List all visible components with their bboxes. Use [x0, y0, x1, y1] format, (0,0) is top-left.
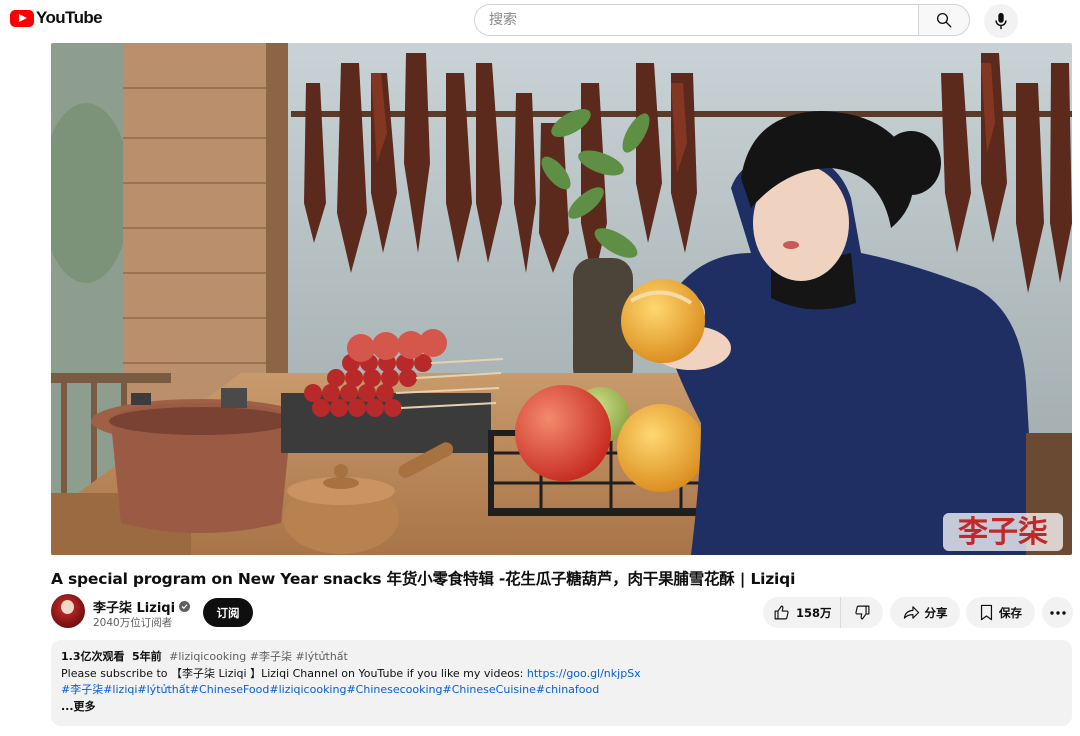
save-icon	[980, 604, 993, 621]
youtube-logo-icon	[10, 9, 34, 27]
view-count: 1.3亿次观看	[61, 650, 125, 663]
save-label: 保存	[999, 605, 1022, 620]
inline-hashtags[interactable]: #liziqicooking #李子柒 #lýtửthất	[169, 650, 348, 663]
subscriber-count: 2040万位订阅者	[93, 617, 173, 629]
more-icon	[1049, 610, 1066, 615]
mic-icon	[995, 12, 1007, 30]
channel-avatar[interactable]	[51, 594, 85, 628]
subscribe-button[interactable]: 订阅	[203, 598, 253, 627]
logo-text: YouTube	[36, 8, 103, 27]
search-button[interactable]	[918, 4, 970, 36]
hashtag-links[interactable]: #李子柒#liziqi#lýtửthất#ChineseFood#liziqic…	[61, 683, 599, 696]
description-box[interactable]: 1.3亿次观看 5年前 #liziqicooking #李子柒 #lýtửthấ…	[51, 640, 1072, 726]
search-box	[474, 4, 970, 36]
dislike-icon	[854, 605, 869, 620]
like-icon	[774, 605, 789, 620]
channel-name[interactable]: 李子柒 Liziqi	[93, 597, 191, 616]
share-label: 分享	[924, 605, 948, 620]
more-actions-button[interactable]	[1042, 597, 1073, 628]
verified-icon	[179, 601, 191, 612]
description-hashtags: #李子柒#liziqi#lýtửthất#ChineseFood#liziqic…	[61, 682, 1062, 699]
upload-age: 5年前	[132, 650, 162, 663]
show-more-button[interactable]: ...更多	[61, 700, 96, 713]
description-text: Please subscribe to 【李子柒 Liziqi 】Liziqi …	[61, 666, 527, 680]
search-icon	[936, 12, 952, 28]
dislike-button[interactable]	[841, 597, 883, 628]
channel-name-text: 李子柒 Liziqi	[93, 601, 176, 616]
search-input[interactable]	[474, 4, 918, 36]
voice-search-button[interactable]	[984, 4, 1018, 38]
youtube-logo[interactable]: YouTube	[10, 8, 103, 28]
description-line: Please subscribe to 【李子柒 Liziqi 】Liziqi …	[61, 666, 1062, 683]
like-count: 158万	[796, 605, 832, 620]
save-button[interactable]: 保存	[966, 597, 1035, 628]
show-more-row: ...更多	[61, 699, 1062, 716]
like-dislike-group: 158万	[763, 597, 883, 628]
share-button[interactable]: 分享	[890, 597, 960, 628]
share-icon	[903, 606, 919, 619]
video-title: A special program on New Year snacks 年货小…	[51, 570, 796, 588]
subscribe-link[interactable]: https://goo.gl/nkjpSx	[527, 667, 641, 680]
video-player[interactable]: 李子柒	[51, 43, 1072, 555]
channel-watermark: 李子柒	[958, 515, 1048, 550]
masthead: YouTube	[0, 0, 1080, 40]
like-button[interactable]: 158万	[763, 597, 841, 628]
description-meta-line: 1.3亿次观看 5年前 #liziqicooking #李子柒 #lýtửthấ…	[61, 649, 1062, 666]
video-frame: 李子柒	[51, 43, 1072, 555]
